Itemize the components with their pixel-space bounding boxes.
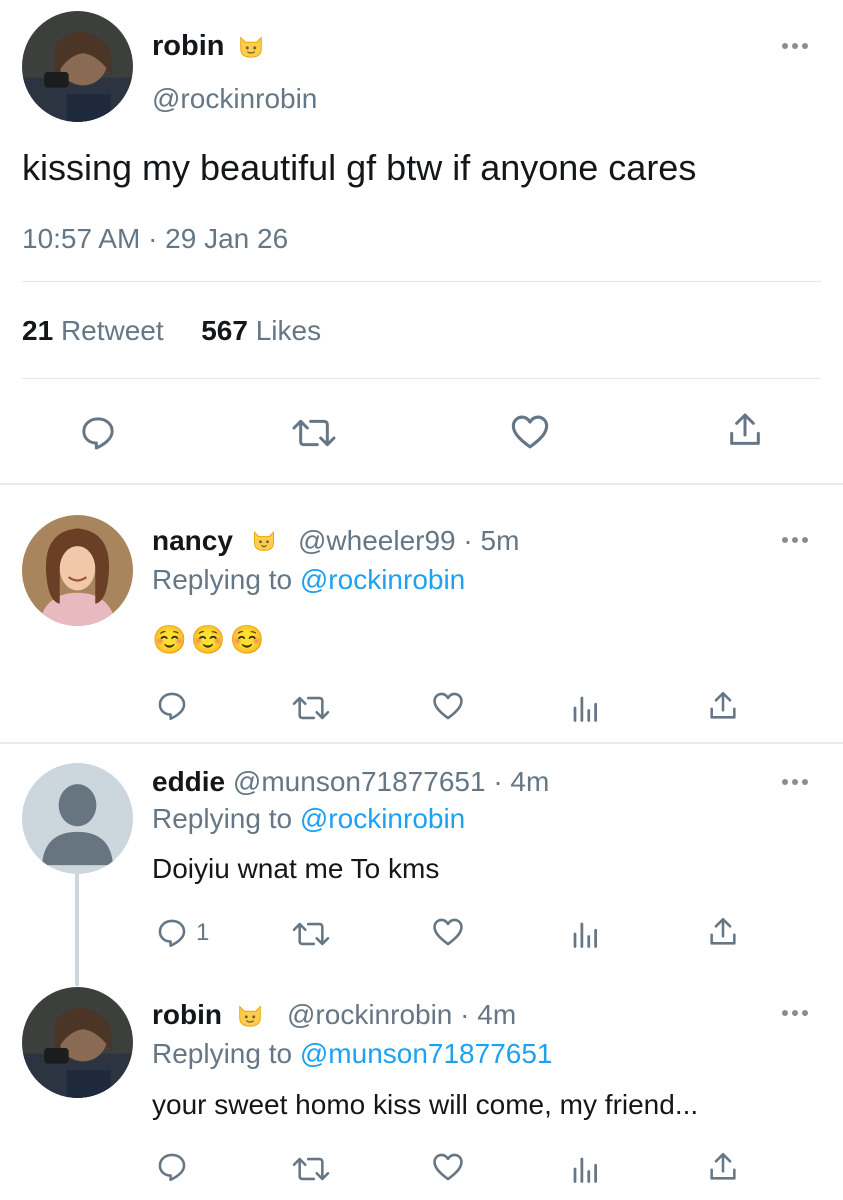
avatar[interactable] — [22, 11, 133, 122]
reply-author-name[interactable]: eddie — [152, 766, 225, 797]
reply-author-name[interactable]: robin — [152, 998, 222, 1032]
cat-emoji-icon — [237, 32, 265, 60]
avatar[interactable] — [22, 515, 133, 626]
reply-text: ☺️☺️☺️ — [152, 624, 269, 655]
cat-emoji-icon — [236, 1001, 264, 1029]
reply-author-name[interactable]: nancy — [152, 524, 233, 558]
reply-meta: @wheeler99 · 5m — [298, 524, 519, 558]
stats-icon[interactable] — [570, 1153, 600, 1185]
retweet-count[interactable]: 21 — [22, 315, 53, 346]
author-name[interactable]: robin — [152, 28, 225, 64]
section-separator — [0, 742, 843, 744]
reply-handle[interactable]: @munson71877651 — [233, 766, 486, 797]
like-icon[interactable] — [430, 1150, 466, 1184]
replying-to: Replying to @rockinrobin — [152, 803, 466, 834]
like-icon[interactable] — [508, 411, 552, 453]
reply-handle[interactable]: @wheeler99 — [298, 525, 456, 556]
mention-link[interactable]: @munson71877651 — [300, 1038, 553, 1069]
reply-icon[interactable] — [78, 413, 118, 453]
thread-connector — [75, 874, 79, 986]
author-handle[interactable]: @rockinrobin — [152, 82, 317, 116]
like-icon[interactable] — [430, 915, 466, 949]
tweet-timestamp[interactable]: 10:57 AM · 29 Jan 26 — [22, 222, 288, 256]
mention-link[interactable]: @rockinrobin — [300, 803, 465, 834]
more-options-icon[interactable] — [782, 779, 808, 785]
retweet-icon[interactable] — [290, 691, 332, 725]
reply-icon[interactable] — [155, 689, 189, 723]
stats-icon[interactable] — [570, 692, 600, 724]
more-options-icon[interactable] — [782, 43, 808, 49]
reply-text: your sweet homo kiss will come, my frien… — [152, 1089, 699, 1120]
reply-icon[interactable] — [155, 1150, 189, 1184]
mention-link[interactable]: @rockinrobin — [300, 564, 465, 595]
stats-icon[interactable] — [570, 918, 600, 950]
reply-handle[interactable]: @rockinrobin — [287, 999, 452, 1030]
more-options-icon[interactable] — [782, 1010, 808, 1016]
tweet-text: kissing my beautiful gf btw if anyone ca… — [22, 147, 697, 188]
retweet-icon[interactable] — [290, 1152, 332, 1186]
like-label[interactable]: Likes — [256, 315, 321, 346]
replying-to: Replying to @rockinrobin — [152, 564, 466, 595]
share-icon[interactable] — [706, 689, 740, 723]
retweet-label[interactable]: Retweet — [61, 315, 164, 346]
like-count[interactable]: 567 — [201, 315, 248, 346]
reply-time[interactable]: · 4m — [493, 766, 549, 797]
share-icon[interactable] — [725, 409, 765, 451]
avatar[interactable] — [22, 763, 133, 874]
retweet-icon[interactable] — [290, 413, 338, 453]
avatar[interactable] — [22, 987, 133, 1098]
engagement-stats: 21 Retweet 567 Likes — [22, 314, 321, 348]
section-separator — [0, 483, 843, 485]
share-icon[interactable] — [706, 915, 740, 949]
divider — [22, 378, 821, 379]
retweet-icon[interactable] — [290, 917, 332, 951]
cat-emoji-icon — [251, 527, 277, 553]
reply-icon[interactable] — [155, 916, 189, 950]
replying-to: Replying to @munson71877651 — [152, 1038, 553, 1069]
reply-time[interactable]: · 5m — [463, 525, 519, 556]
share-icon[interactable] — [706, 1150, 740, 1184]
divider — [22, 281, 821, 282]
like-icon[interactable] — [430, 689, 466, 723]
reply-time[interactable]: · 4m — [460, 999, 516, 1030]
reply-text: Doiyiu wnat me To kms — [152, 853, 440, 884]
reply-count[interactable]: 1 — [196, 918, 209, 948]
reply-header: eddie @munson71877651 · 4m — [152, 765, 549, 799]
more-options-icon[interactable] — [782, 537, 808, 543]
reply-meta: @rockinrobin · 4m — [287, 998, 516, 1032]
